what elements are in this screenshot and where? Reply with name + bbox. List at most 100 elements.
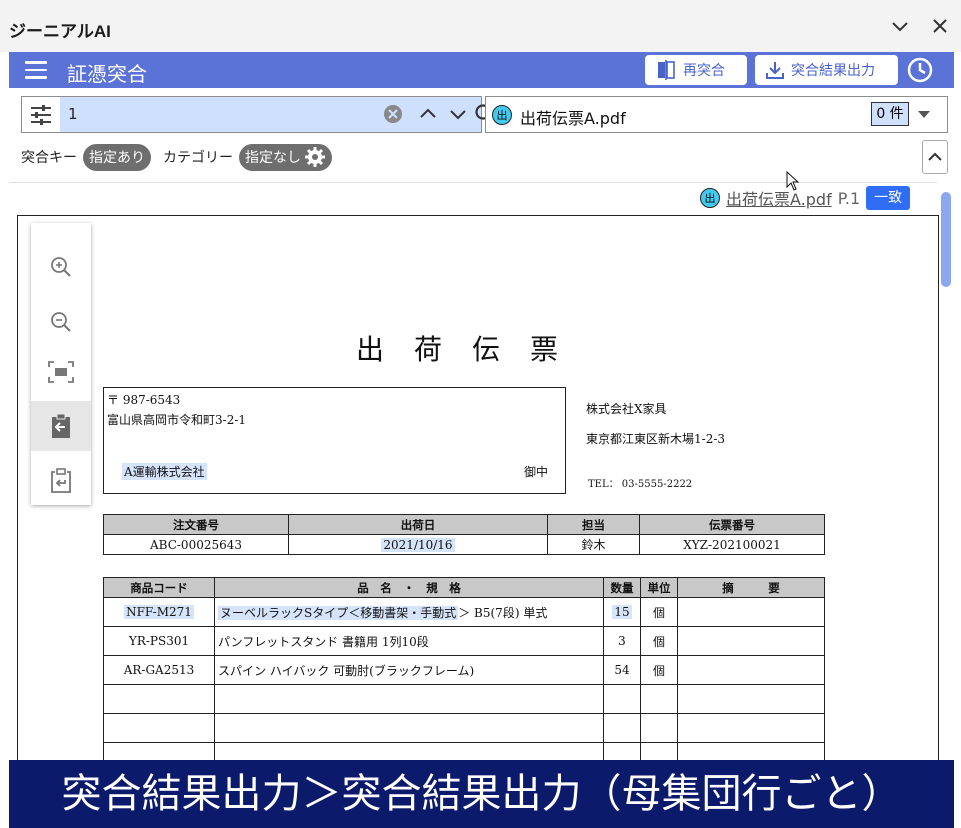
document-file-link[interactable]: 出荷伝票A.pdf bbox=[726, 186, 832, 210]
compare-icon bbox=[658, 60, 675, 80]
empty-cell bbox=[603, 713, 641, 743]
window-title-bar: ジーニアルAI bbox=[0, 0, 961, 52]
ship-date: 2021/10/16 bbox=[381, 537, 455, 552]
item-code: YR-PS301 bbox=[103, 626, 215, 656]
item-note bbox=[677, 597, 825, 627]
history-icon[interactable] bbox=[905, 55, 935, 85]
order-header: 注文番号 bbox=[103, 514, 289, 535]
filter-settings-icon[interactable] bbox=[22, 97, 60, 132]
staff: 鈴木 bbox=[547, 534, 640, 555]
item-unit: 個 bbox=[640, 655, 678, 685]
recipient-address: 富山県高岡市令和町3-2-1 bbox=[107, 413, 247, 427]
empty-cell bbox=[103, 713, 215, 743]
item-qty: 15 bbox=[612, 605, 632, 619]
item-code: AR-GA2513 bbox=[103, 655, 215, 685]
fit-page-icon[interactable] bbox=[31, 347, 91, 397]
empty-cell bbox=[214, 684, 604, 714]
table-row bbox=[103, 684, 825, 714]
item-code: NFF-M271 bbox=[124, 605, 194, 619]
dropdown-arrow-icon[interactable] bbox=[918, 111, 930, 118]
match-status-badge: 一致 bbox=[866, 186, 911, 210]
search-input[interactable]: 1 bbox=[60, 97, 496, 132]
slip-number: XYZ-202100021 bbox=[639, 534, 825, 555]
item-name: スパイン ハイバック 可動肘(ブラックフレーム) bbox=[214, 655, 604, 685]
clipboard-back-icon[interactable] bbox=[31, 401, 91, 451]
empty-cell bbox=[214, 713, 604, 743]
order-header: 出荷日 bbox=[288, 514, 548, 535]
export-label: 突合結果出力 bbox=[791, 63, 875, 79]
rematch-button[interactable]: 再突合 bbox=[645, 55, 747, 85]
items-header: 単位 bbox=[640, 577, 678, 598]
clear-icon[interactable] bbox=[382, 103, 404, 129]
zoom-out-icon[interactable] bbox=[31, 297, 91, 347]
order-header: 伝票番号 bbox=[639, 514, 825, 535]
scrollbar-thumb[interactable] bbox=[941, 192, 951, 287]
item-name: パンフレットスタンド 書籍用 1列10段 bbox=[214, 626, 604, 656]
items-table: 商品コード 品 名 ・ 規 格 数量 単位 摘 要 NFF-M271 ヌーベルラ… bbox=[103, 577, 825, 772]
clipboard-return-icon[interactable] bbox=[31, 455, 91, 505]
category-pill[interactable]: 指定なし bbox=[239, 143, 332, 171]
item-name-cell: ヌーベルラックSタイプ＜移動書架・手動式＞ B5(7段) 単式 bbox=[214, 597, 604, 627]
category-label: カテゴリー bbox=[163, 150, 233, 166]
rematch-label: 再突合 bbox=[683, 63, 725, 79]
category-value: 指定なし bbox=[245, 150, 301, 166]
sender-tel: TEL： 03-5555-2222 bbox=[588, 479, 693, 490]
items-header: 数量 bbox=[603, 577, 641, 598]
close-icon[interactable] bbox=[928, 14, 952, 38]
app-header: 証憑突合 再突合 突合結果出力 bbox=[9, 52, 954, 88]
caption-banner: 突合結果出力＞突合結果出力（母集団行ごと） bbox=[9, 760, 954, 828]
order-number: ABC-00025643 bbox=[103, 534, 289, 555]
empty-cell bbox=[103, 684, 215, 714]
item-note bbox=[677, 655, 825, 685]
result-count: 0 件 bbox=[871, 102, 909, 126]
item-qty: 3 bbox=[603, 626, 641, 656]
ship-date-cell: 2021/10/16 bbox=[288, 534, 548, 555]
order-header: 担当 bbox=[547, 514, 640, 535]
minimize-chevron-icon[interactable] bbox=[888, 14, 912, 38]
empty-cell bbox=[640, 684, 678, 714]
recipient-postal: 〒 987-6543 bbox=[107, 393, 181, 407]
order-table: 注文番号 出荷日 担当 伝票番号 ABC-00025643 2021/10/16… bbox=[103, 514, 825, 555]
match-key-pill[interactable]: 指定あり bbox=[83, 143, 151, 171]
export-result-button[interactable]: 突合結果出力 bbox=[755, 55, 898, 85]
table-row: YR-PS301 パンフレットスタンド 書籍用 1列10段 3 個 bbox=[103, 626, 825, 656]
item-qty-cell: 15 bbox=[603, 597, 641, 627]
item-name-highlight: ヌーベルラックSタイプ＜移動書架・手動式 bbox=[218, 605, 459, 620]
items-header: 商品コード bbox=[103, 577, 215, 598]
window-title: ジーニアルAI bbox=[9, 22, 111, 41]
menu-icon[interactable] bbox=[25, 61, 47, 79]
recipient-box: 〒 987-6543 富山県高岡市令和町3-2-1 A運輸株式会社 御中 bbox=[103, 387, 566, 494]
items-header: 摘 要 bbox=[677, 577, 825, 598]
page-title: 証憑突合 bbox=[67, 62, 147, 86]
sender-company: 株式会社X家具 bbox=[586, 402, 667, 416]
item-code-cell: NFF-M271 bbox=[103, 597, 215, 627]
collapse-panel-button[interactable] bbox=[922, 140, 948, 174]
document-type-chip: 出 bbox=[700, 188, 720, 208]
item-qty: 54 bbox=[603, 655, 641, 685]
file-select[interactable]: 出 出荷伝票A.pdf 0 件 bbox=[485, 96, 948, 133]
table-row bbox=[103, 713, 825, 743]
item-unit: 個 bbox=[640, 597, 678, 627]
viewer-header: 出 出荷伝票A.pdf P.1 一致 bbox=[700, 186, 911, 210]
gear-icon[interactable] bbox=[304, 146, 326, 168]
previous-result-icon[interactable] bbox=[418, 103, 438, 129]
document-title: 出荷伝票 bbox=[356, 333, 589, 366]
item-unit: 個 bbox=[640, 626, 678, 656]
items-header: 品 名 ・ 規 格 bbox=[214, 577, 604, 598]
zoom-toolbar bbox=[31, 223, 91, 505]
empty-cell bbox=[640, 713, 678, 743]
item-note bbox=[677, 626, 825, 656]
match-key-label: 突合キー bbox=[21, 150, 77, 166]
document-viewer: 出荷伝票 〒 987-6543 富山県高岡市令和町3-2-1 A運輸株式会社 御… bbox=[17, 215, 939, 775]
mouse-cursor-icon bbox=[786, 171, 800, 191]
search-bar: 1 bbox=[21, 96, 496, 133]
page-number: P.1 bbox=[837, 188, 861, 208]
next-result-icon[interactable] bbox=[448, 103, 468, 129]
zoom-in-icon[interactable] bbox=[31, 242, 91, 292]
search-value: 1 bbox=[68, 105, 78, 123]
empty-cell bbox=[603, 684, 641, 714]
download-icon bbox=[766, 62, 784, 79]
file-name: 出荷伝票A.pdf bbox=[520, 109, 626, 128]
recipient-company: A運輸株式会社 bbox=[122, 463, 207, 480]
document-type-chip: 出 bbox=[492, 105, 512, 125]
